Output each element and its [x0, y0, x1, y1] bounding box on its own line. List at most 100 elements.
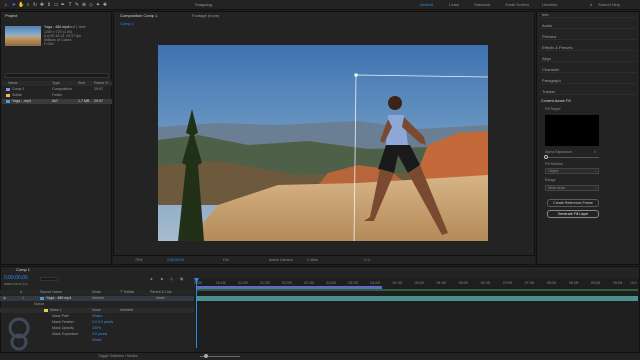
mask-row[interactable]: Mask 1 None Inverted — [0, 308, 194, 313]
composition-tab[interactable]: Composition Comp 1 — [120, 13, 157, 19]
project-search-input[interactable] — [5, 73, 109, 78]
view-layout-dropdown[interactable]: 1 View — [307, 258, 318, 263]
search-help-input[interactable]: Search Help — [598, 2, 620, 8]
col-name[interactable]: Name — [8, 81, 18, 86]
orbit-tool-icon[interactable]: ↻ — [32, 2, 38, 8]
camera-dropdown[interactable]: Active Camera — [269, 258, 293, 263]
comp-breadcrumb[interactable]: Comp 1 — [120, 21, 134, 27]
footage-icon — [6, 99, 10, 103]
project-item[interactable]: Comp 1 Composition 29.97 — [2, 87, 112, 92]
playhead[interactable] — [196, 278, 197, 348]
character-panel-tab[interactable]: Character — [540, 66, 636, 73]
col-source-name[interactable]: Source Name — [40, 290, 62, 295]
col-type[interactable]: Type — [52, 81, 60, 86]
text-tool-icon[interactable]: T — [67, 2, 73, 8]
workspace-learn[interactable]: Learn — [449, 2, 459, 8]
home-icon[interactable]: ⌂ — [3, 2, 9, 8]
col-rate[interactable]: Frame R... — [94, 81, 111, 86]
layer-mode-dropdown[interactable]: Normal — [92, 296, 104, 301]
snapping-checkbox[interactable]: Snapping — [195, 2, 212, 8]
workspace-default[interactable]: Default — [420, 2, 433, 8]
timeline-search-input[interactable] — [40, 277, 58, 281]
alpha-expansion-value[interactable]: 0 — [594, 150, 596, 155]
timeline-tick-label: 02:00f — [282, 281, 292, 285]
tracker-panel-tab[interactable]: Tracker — [540, 88, 636, 95]
info-panel-tab[interactable]: Info — [540, 11, 636, 18]
footage-tab[interactable]: Footage (none) — [192, 13, 219, 19]
workspace-small-screen[interactable]: Small Screen — [505, 2, 529, 8]
preview-panel-tab[interactable]: Preview — [540, 33, 636, 40]
prop-name: Mask Feather — [52, 320, 74, 324]
paragraph-panel-tab[interactable]: Paragraph — [540, 77, 636, 84]
timeline-timecode[interactable]: 0;00;00;00 — [4, 276, 28, 281]
prop-value[interactable]: 100% — [92, 326, 101, 331]
project-tab[interactable]: Project — [5, 13, 17, 19]
mask-color-icon — [44, 308, 48, 312]
col-mode[interactable]: Mode — [92, 290, 101, 295]
range-dropdown[interactable]: Work Area ⌄ — [545, 185, 599, 191]
project-item[interactable]: Solids Folder — [2, 93, 112, 98]
timeline-tick-label: 09:00f — [590, 281, 601, 285]
timeline-tick-label: 01:15f — [260, 281, 270, 285]
eraser-tool-icon[interactable]: ◇ — [88, 2, 94, 8]
reset-link[interactable]: Reset — [92, 338, 101, 343]
slider-handle[interactable] — [544, 155, 548, 159]
draft-3d-icon[interactable]: ◈ — [150, 277, 153, 282]
roto-tool-icon[interactable]: ✦ — [95, 2, 101, 8]
timeline-tick-label: 01:00f — [238, 281, 248, 285]
col-trkmat[interactable]: T TrkMat — [120, 290, 134, 295]
viewer-timecode[interactable]: 0;00;00;00 — [167, 258, 184, 263]
inverted-checkbox[interactable]: Inverted — [120, 308, 133, 313]
toggle-switches-modes[interactable]: Toggle Switches / Modes — [98, 354, 138, 359]
pan-tool-icon[interactable]: ✥ — [39, 2, 45, 8]
hand-tool-icon[interactable]: ✋ — [18, 2, 24, 8]
pen-tool-icon[interactable]: ✒ — [60, 2, 66, 8]
prop-name: Mask Path — [52, 314, 69, 318]
effects-presets-panel-tab[interactable]: Effects & Presets — [540, 44, 636, 51]
generate-fill-layer-button[interactable]: Generate Fill Layer — [547, 210, 599, 218]
composition-icon — [6, 87, 10, 91]
prop-value[interactable]: 0.0,0.0 pixels — [92, 320, 113, 325]
brush-tool-icon[interactable]: ✎ — [74, 2, 80, 8]
workspace-libraries[interactable]: Libraries — [542, 2, 557, 8]
motion-blur-icon[interactable]: ◎ — [170, 277, 173, 282]
project-item-selected[interactable]: Yoga ...mp4 AVI 1.7 MB 29.97 — [2, 99, 112, 104]
rect-tool-icon[interactable]: ▭ — [53, 2, 59, 8]
zoom-dropdown[interactable]: 70% — [135, 258, 142, 263]
create-reference-frame-button[interactable]: Create Reference Frame — [547, 199, 599, 207]
zoom-tool-icon[interactable]: ⌕ — [25, 2, 31, 8]
clone-tool-icon[interactable]: ⊕ — [81, 2, 87, 8]
footage-thumbnail — [5, 26, 41, 46]
item-type: Folder — [52, 93, 63, 97]
masks-group[interactable]: Masks — [34, 302, 44, 307]
item-name: Solids — [12, 93, 22, 97]
layer-parent-dropdown[interactable]: None — [156, 296, 165, 301]
col-size[interactable]: Size — [78, 81, 85, 86]
composition-viewer[interactable] — [158, 45, 488, 241]
alpha-expansion-label: Alpha Expansion — [545, 150, 572, 154]
workspace-standard[interactable]: Standard — [474, 2, 490, 8]
zoom-slider-handle[interactable] — [204, 354, 208, 358]
mask-mode-dropdown[interactable]: None — [92, 308, 101, 313]
resolution-dropdown[interactable]: Full — [223, 258, 229, 263]
exposure-value[interactable]: +0.0 — [363, 258, 370, 263]
align-panel-tab[interactable]: Align — [540, 55, 636, 62]
audio-panel-tab[interactable]: Audio — [540, 22, 636, 29]
shy-icon[interactable]: ☻ — [160, 277, 164, 282]
layer-duration-bar[interactable] — [197, 296, 638, 301]
prop-value[interactable]: 0.0 pixels — [92, 332, 107, 337]
search-icon[interactable]: ⌕ — [590, 2, 592, 8]
timeline-comp-tab[interactable]: Comp 1 — [16, 267, 30, 273]
watermark-logo-icon — [8, 317, 30, 351]
prop-value[interactable]: Shape... — [92, 314, 105, 319]
alpha-expansion-slider[interactable] — [545, 157, 599, 158]
col-parent[interactable]: Parent & Link — [150, 290, 172, 295]
puppet-tool-icon[interactable]: ✚ — [102, 2, 108, 8]
eye-icon[interactable]: ◉ — [3, 296, 6, 301]
layer-row[interactable]: ◉ 1 Yoga - 480.mp4 Normal None — [0, 296, 194, 301]
dolly-tool-icon[interactable]: ⇕ — [46, 2, 52, 8]
graph-editor-icon[interactable]: ▦ — [180, 277, 183, 282]
selection-tool-icon[interactable]: ➤ — [11, 2, 17, 8]
footage-icon — [40, 296, 44, 300]
fill-method-dropdown[interactable]: Object ⌄ — [545, 168, 599, 174]
